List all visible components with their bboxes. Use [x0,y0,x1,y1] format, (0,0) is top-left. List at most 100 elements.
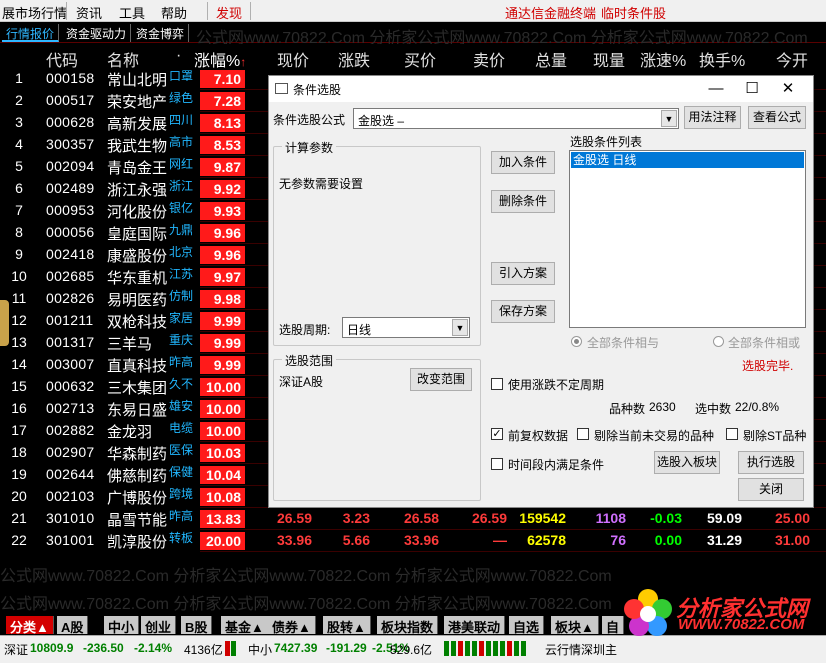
menu-market[interactable]: 展市场行情 [2,3,67,22]
formula-label: 条件选股公式 [273,113,346,127]
bottom-tab[interactable]: 中小 [104,616,140,635]
zx-amount: 529.6亿 [390,643,433,657]
stock-name: 荣安地产 [107,94,168,111]
close-icon[interactable]: ✕ [771,78,805,100]
stock-name: 高新发展 [107,116,168,133]
row-index: 8 [15,224,23,240]
row-index: 18 [11,444,27,460]
stock-code: 301001 [46,532,95,548]
stock-name: 佛慈制药 [107,468,168,485]
row-index: 20 [11,488,27,504]
cell-change: 3.23 [342,510,370,526]
view-formula-button[interactable]: 查看公式 [748,106,806,129]
menu-help[interactable]: 帮助 [161,3,187,22]
stock-name: 三木集团 [107,380,168,397]
menu-divider [250,2,251,20]
row-index: 4 [15,136,23,152]
variable-period-checkbox[interactable] [491,378,503,390]
tab-quotes[interactable]: 行情报价 [2,24,60,42]
zx-bar-f [479,641,484,656]
period-select[interactable]: 日线 ▼ [342,317,470,338]
stock-name: 易明医药 [107,292,168,309]
stock-code: 000953 [46,202,95,218]
cell-volume: 159542 [519,510,566,526]
stock-code: 301010 [46,510,95,526]
stock-name: 浙江永强 [107,182,168,199]
server-status[interactable]: 云行情深圳主 [545,641,617,658]
change-percent: 9.87 [200,158,245,176]
condition-list[interactable]: 金股选 日线 [569,150,806,328]
sz-index: 10809.9 [30,641,74,655]
change-percent: 8.53 [200,136,245,154]
bottom-tab[interactable]: B股 [181,616,213,635]
table-row[interactable]: 21 301010 晶雪节能 昨高 13.83 26.59 3.23 26.58 26.59 15… [0,508,826,530]
bottom-tab[interactable]: A股 [57,616,89,635]
bottom-tab[interactable]: 板块▲ [551,616,599,635]
zx-bar-i [500,641,505,656]
stock-code: 002489 [46,180,95,196]
cell-speed: 0.00 [654,532,682,548]
formula-select[interactable]: 金股选 – ▼ [353,108,679,129]
bottom-tab[interactable]: 债券▲ [268,616,316,635]
bottom-tab[interactable]: 自选 [509,616,545,635]
menu-discover[interactable]: 发现 [216,3,242,22]
minimize-icon[interactable]: — [699,78,733,100]
change-percent: 13.83 [200,510,245,528]
zx-index: 7427.39 [274,641,318,655]
change-range-button[interactable]: 改变范围 [410,368,472,391]
range-group: 选股范围 深证A股 改变范围 [273,352,481,501]
time-range-checkbox[interactable] [491,458,503,470]
sz-bar-down [231,641,236,656]
row-index: 10 [11,268,27,284]
cell-speed: -0.03 [650,510,682,526]
close-button[interactable]: 关闭 [738,478,804,501]
formula-value: 金股选 – [358,114,405,128]
bottom-tab[interactable]: 港美联动 [444,616,506,635]
row-index: 15 [11,378,27,394]
radio-or[interactable] [713,336,724,347]
chevron-down-icon: ▼ [452,319,468,336]
bottom-tab[interactable]: 基金▲ [221,616,269,635]
execute-button[interactable]: 执行选股 [738,451,804,474]
change-percent: 10.00 [200,422,245,440]
exclude-untraded-checkbox[interactable] [577,428,589,440]
hit-value: 22/0.8% [735,400,780,414]
to-block-button[interactable]: 选股入板块 [654,451,720,474]
stock-name: 青岛金王 [107,160,168,177]
bottom-tab[interactable]: 自 [602,616,625,635]
zx-bar-b [451,641,456,656]
row-index: 12 [11,312,27,328]
maximize-icon[interactable]: ☐ [735,78,769,100]
tab-fund-game[interactable]: 资金博弈 [132,24,190,42]
tab-fund-drive[interactable]: 资金驱动力 [62,24,132,42]
logo-url: WWW.70822.COM [678,616,805,633]
cell-turnover: 59.09 [706,510,742,526]
bottom-tab[interactable]: 创业 [141,616,177,635]
stock-name: 凯淳股份 [107,534,168,551]
import-plan-button[interactable]: 引入方案 [491,262,555,285]
row-index: 16 [11,400,27,416]
condition-list-item[interactable]: 金股选 日线 [571,152,804,168]
bottom-tab[interactable]: 分类▲ [6,616,54,635]
concept-tag: 跨境 [169,487,194,501]
radio-and[interactable] [571,336,582,347]
dialog-titlebar[interactable]: 条件选股 — ☐ ✕ [269,76,813,102]
side-panel-handle[interactable] [0,300,9,346]
row-index: 1 [15,70,23,86]
usage-notes-button[interactable]: 用法注释 [684,106,741,129]
stock-code: 002713 [46,400,95,416]
save-plan-button[interactable]: 保存方案 [491,300,555,323]
forward-adjust-checkbox[interactable]: ✓ [491,428,503,440]
forward-adjust-label: 前复权数据 [508,429,569,443]
menu-tools[interactable]: 工具 [119,3,145,22]
cell-price: 26.59 [276,510,312,526]
stock-code: 002418 [46,246,95,262]
delete-condition-button[interactable]: 删除条件 [491,190,555,213]
table-row[interactable]: 22 301001 凯淳股份 转板 20.00 33.96 5.66 33.96 — 62578 7… [0,530,826,552]
bottom-tab[interactable]: 板块指数 [377,616,439,635]
bottom-tab[interactable]: 股转▲ [323,616,371,635]
add-condition-button[interactable]: 加入条件 [491,151,555,174]
exclude-st-checkbox[interactable] [726,428,738,440]
menu-news[interactable]: 资讯 [76,3,102,22]
concept-tag: 江苏 [169,267,194,281]
